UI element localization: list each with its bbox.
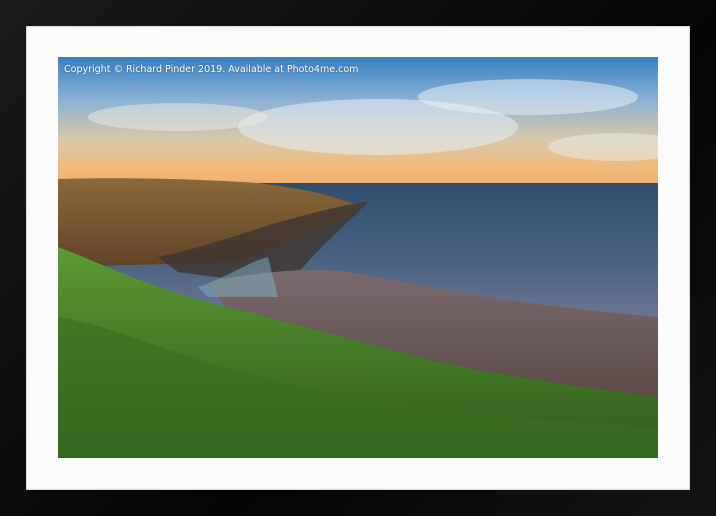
copyright-watermark: Copyright © Richard Pinder 2019. Availab…	[64, 64, 359, 75]
coastal-photo: Copyright © Richard Pinder 2019. Availab…	[58, 57, 658, 458]
landscape-image	[58, 57, 658, 458]
